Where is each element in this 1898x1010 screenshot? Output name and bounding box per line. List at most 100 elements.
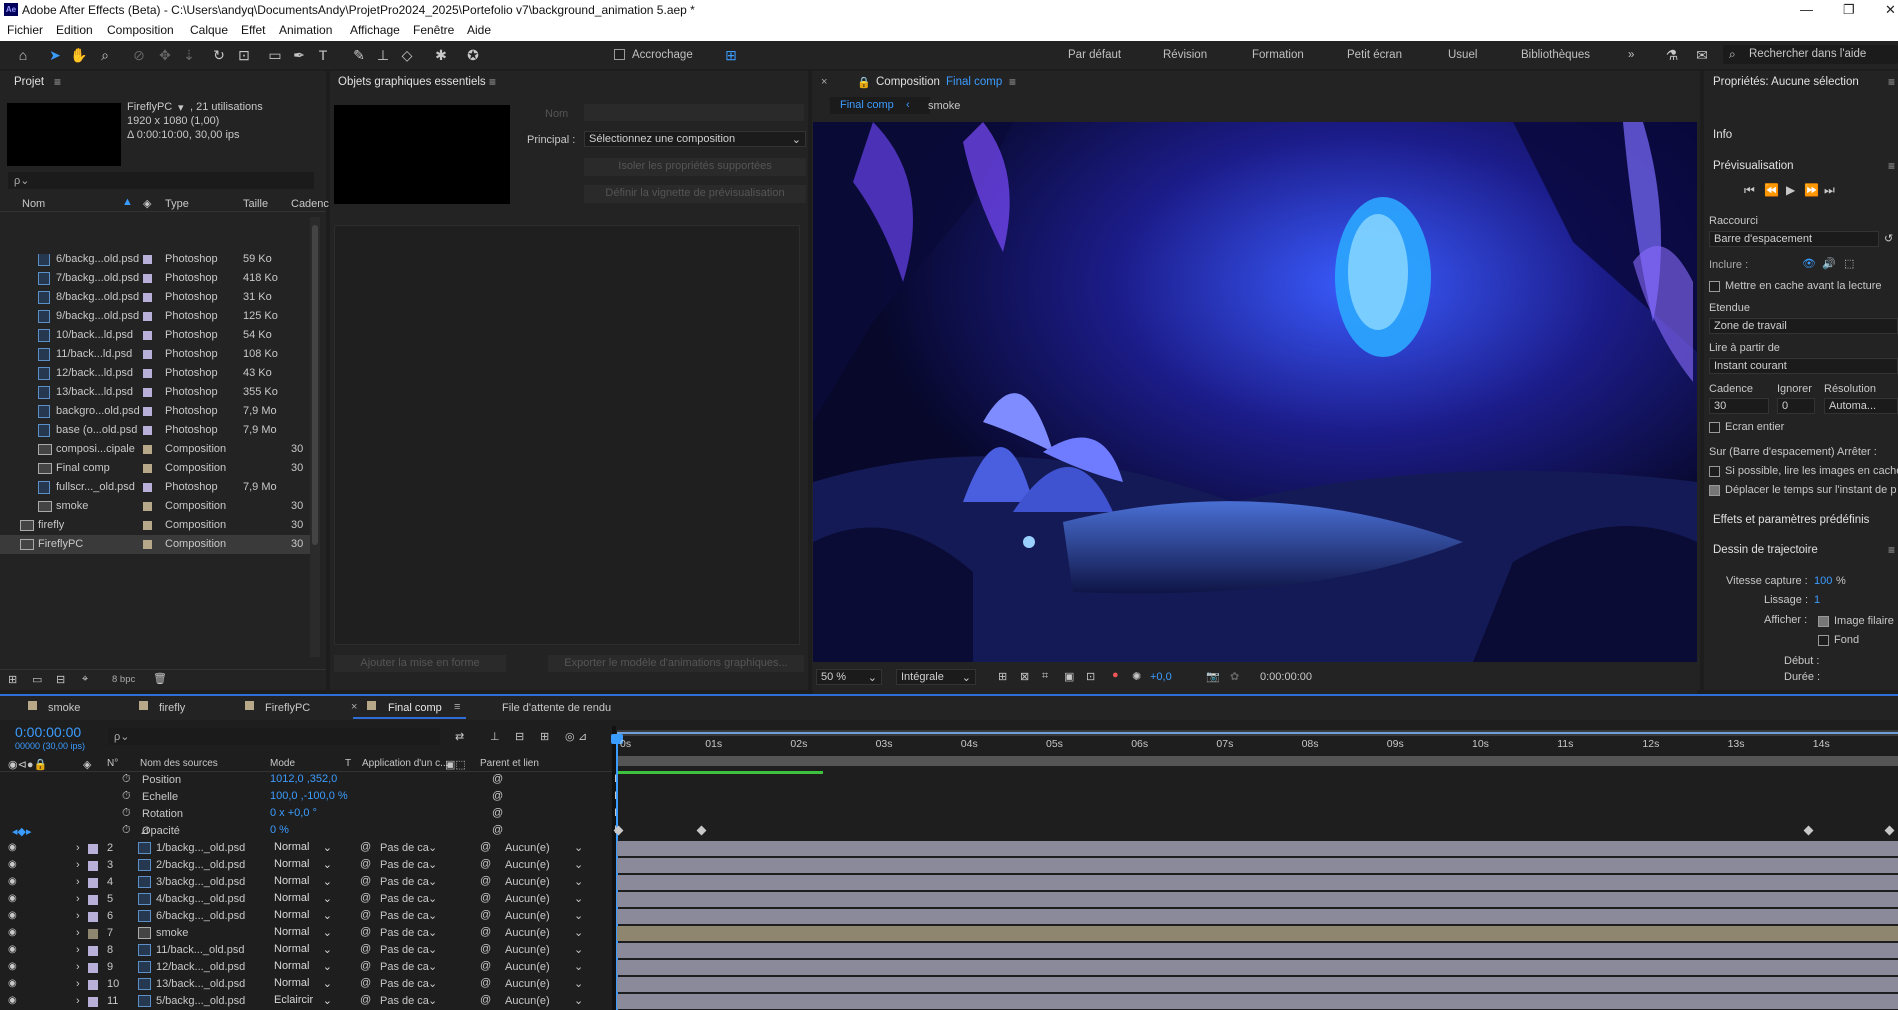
expand-icon[interactable]: ›: [76, 978, 80, 990]
chevron-down-icon[interactable]: ⌄: [574, 943, 583, 956]
chevron-down-icon[interactable]: ⌄: [428, 841, 437, 854]
comp-timecode[interactable]: 0:00:00:00: [1260, 671, 1312, 683]
panel-menu-icon[interactable]: ≡: [54, 75, 61, 89]
menu-effet[interactable]: Effet: [241, 23, 265, 37]
pen-tool-icon[interactable]: ✒: [290, 46, 308, 64]
pickwhip-icon[interactable]: @: [480, 926, 491, 938]
project-item[interactable]: backgro...old.psd Photoshop 7,9 Mo: [0, 402, 320, 421]
range-select[interactable]: Zone de travail: [1709, 318, 1898, 334]
composition-viewer[interactable]: [813, 122, 1697, 731]
pickwhip-icon[interactable]: @: [360, 875, 371, 887]
layer-name[interactable]: 2/backg..._old.psd: [156, 859, 245, 871]
menu-animation[interactable]: Animation: [279, 23, 332, 37]
col-parent[interactable]: Parent et lien: [480, 758, 539, 769]
snap-options-icon[interactable]: ⊞: [722, 46, 740, 64]
layer-duration-bar[interactable]: [617, 892, 1898, 907]
pickwhip-icon[interactable]: @: [492, 807, 503, 819]
resolution-select[interactable]: Automa...: [1824, 398, 1898, 414]
exposure-icon[interactable]: ✺: [1132, 670, 1141, 683]
layer-name[interactable]: 6/backg..._old.psd: [156, 910, 245, 922]
chevron-down-icon[interactable]: ⌄: [574, 909, 583, 922]
project-item[interactable]: 13/back...ld.psd Photoshop 355 Ko: [0, 383, 320, 402]
essential-graphics-title[interactable]: Objets graphiques essentiels: [338, 76, 486, 88]
pickwhip-icon[interactable]: @: [480, 960, 491, 972]
visibility-icon[interactable]: ◉: [8, 978, 17, 989]
property-row[interactable]: ⏱ Position 1012,0 ,352,0 @ I: [0, 772, 1898, 789]
col-name[interactable]: Nom: [22, 198, 45, 210]
play-icon[interactable]: ▶: [1786, 183, 1795, 197]
stopwatch-icon[interactable]: ⏱: [122, 807, 131, 820]
application-select[interactable]: Pas de ca: [380, 927, 429, 939]
preview-title[interactable]: Prévisualisation: [1713, 160, 1794, 172]
chevron-down-icon[interactable]: ⌄: [428, 960, 437, 973]
label-swatch[interactable]: [143, 274, 152, 283]
layer-row[interactable]: ◉ › 2 1/backg..._old.psd Normal ⌄ @ Pas de ca ⌄ @…: [0, 840, 1898, 857]
text-tool-icon[interactable]: T: [314, 46, 332, 64]
expand-icon[interactable]: ›: [76, 961, 80, 973]
workspace-learning[interactable]: Formation: [1252, 49, 1304, 61]
shy-icon[interactable]: ⊟: [515, 730, 524, 743]
parent-select[interactable]: Aucun(e): [505, 842, 550, 854]
pickwhip-icon[interactable]: @: [480, 943, 491, 955]
stopwatch-icon[interactable]: ⏱: [122, 824, 131, 837]
frame-blending-icon[interactable]: ⊞: [540, 730, 549, 743]
project-item[interactable]: fullscr..._old.psd Photoshop 7,9 Mo: [0, 478, 320, 497]
snap-checkbox[interactable]: [614, 49, 625, 60]
menu-calque[interactable]: Calque: [190, 23, 228, 37]
pickwhip-icon[interactable]: @: [360, 841, 371, 853]
workspace-review[interactable]: Révision: [1163, 49, 1207, 61]
chevron-down-icon[interactable]: ⌄: [574, 841, 583, 854]
label-swatch[interactable]: [143, 407, 152, 416]
parent-select[interactable]: Aucun(e): [505, 893, 550, 905]
layer-name[interactable]: 1/backg..._old.psd: [156, 842, 245, 854]
blend-mode-select[interactable]: Normal ⌄: [270, 892, 334, 906]
tab-fireflypc[interactable]: FireflyPC: [265, 702, 310, 714]
label-swatch[interactable]: [143, 464, 152, 473]
label-swatch[interactable]: [88, 929, 98, 939]
application-select[interactable]: Pas de ca: [380, 842, 429, 854]
menu-edition[interactable]: Edition: [56, 23, 93, 37]
label-swatch[interactable]: [143, 331, 152, 340]
label-swatch[interactable]: [143, 483, 152, 492]
help-search-input[interactable]: Rechercher dans l'aide: [1749, 48, 1866, 60]
label-swatch[interactable]: [143, 369, 152, 378]
orbit-tool-icon[interactable]: ⊘: [130, 46, 148, 64]
pickwhip-icon[interactable]: @: [360, 909, 371, 921]
chevron-down-icon[interactable]: ⌄: [574, 892, 583, 905]
layer-duration-bar[interactable]: [617, 841, 1898, 856]
label-swatch[interactable]: [88, 912, 98, 922]
menu-composition[interactable]: Composition: [107, 23, 174, 37]
parent-select[interactable]: Aucun(e): [505, 944, 550, 956]
property-value[interactable]: 1012,0 ,352,0: [270, 773, 337, 785]
property-row[interactable]: ⏱ Echelle 100,0 ,-100,0 % @ I: [0, 789, 1898, 806]
prev-frame-icon[interactable]: ⏪: [1764, 183, 1779, 197]
next-frame-icon[interactable]: ⏩: [1804, 183, 1819, 197]
menu-affichage[interactable]: Affichage: [350, 23, 400, 37]
expand-icon[interactable]: ›: [76, 944, 80, 956]
sort-up-icon[interactable]: ▲: [122, 196, 133, 208]
layer-name[interactable]: 4/backg..._old.psd: [156, 893, 245, 905]
visibility-icon[interactable]: ◉: [8, 995, 17, 1006]
pickwhip-icon[interactable]: @: [492, 824, 503, 836]
blend-mode-select[interactable]: Eclaircir ⌄: [270, 994, 334, 1008]
comp-tab-final[interactable]: Final comp: [830, 97, 930, 114]
snapshot-icon[interactable]: 📷: [1206, 670, 1220, 683]
parent-select[interactable]: Aucun(e): [505, 910, 550, 922]
first-frame-icon[interactable]: ⏮: [1744, 183, 1755, 198]
label-swatch[interactable]: [88, 878, 98, 888]
tab-firefly[interactable]: firefly: [159, 702, 185, 714]
label-swatch[interactable]: [88, 895, 98, 905]
color-channels-icon[interactable]: ●: [1112, 669, 1119, 681]
col-mode[interactable]: Mode: [270, 758, 295, 769]
exposure-value[interactable]: +0,0: [1150, 671, 1172, 683]
pickwhip-icon[interactable]: @: [480, 875, 491, 887]
draft-3d-icon[interactable]: ⊥: [490, 730, 500, 743]
brush-tool-icon[interactable]: ✎: [350, 46, 368, 64]
layer-duration-bar[interactable]: [617, 994, 1898, 1009]
property-row[interactable]: ⏱ Rotation 0 x +0,0 ° @ I: [0, 806, 1898, 823]
lock-icon[interactable]: 🔒: [857, 76, 871, 89]
visibility-icon[interactable]: ◉: [8, 876, 17, 887]
pickwhip-icon[interactable]: @: [360, 858, 371, 870]
layer-row[interactable]: ◉ › 11 5/backg..._old.psd Eclaircir ⌄ @ Pas de …: [0, 993, 1898, 1010]
panel-menu-icon[interactable]: ≡: [489, 75, 496, 89]
